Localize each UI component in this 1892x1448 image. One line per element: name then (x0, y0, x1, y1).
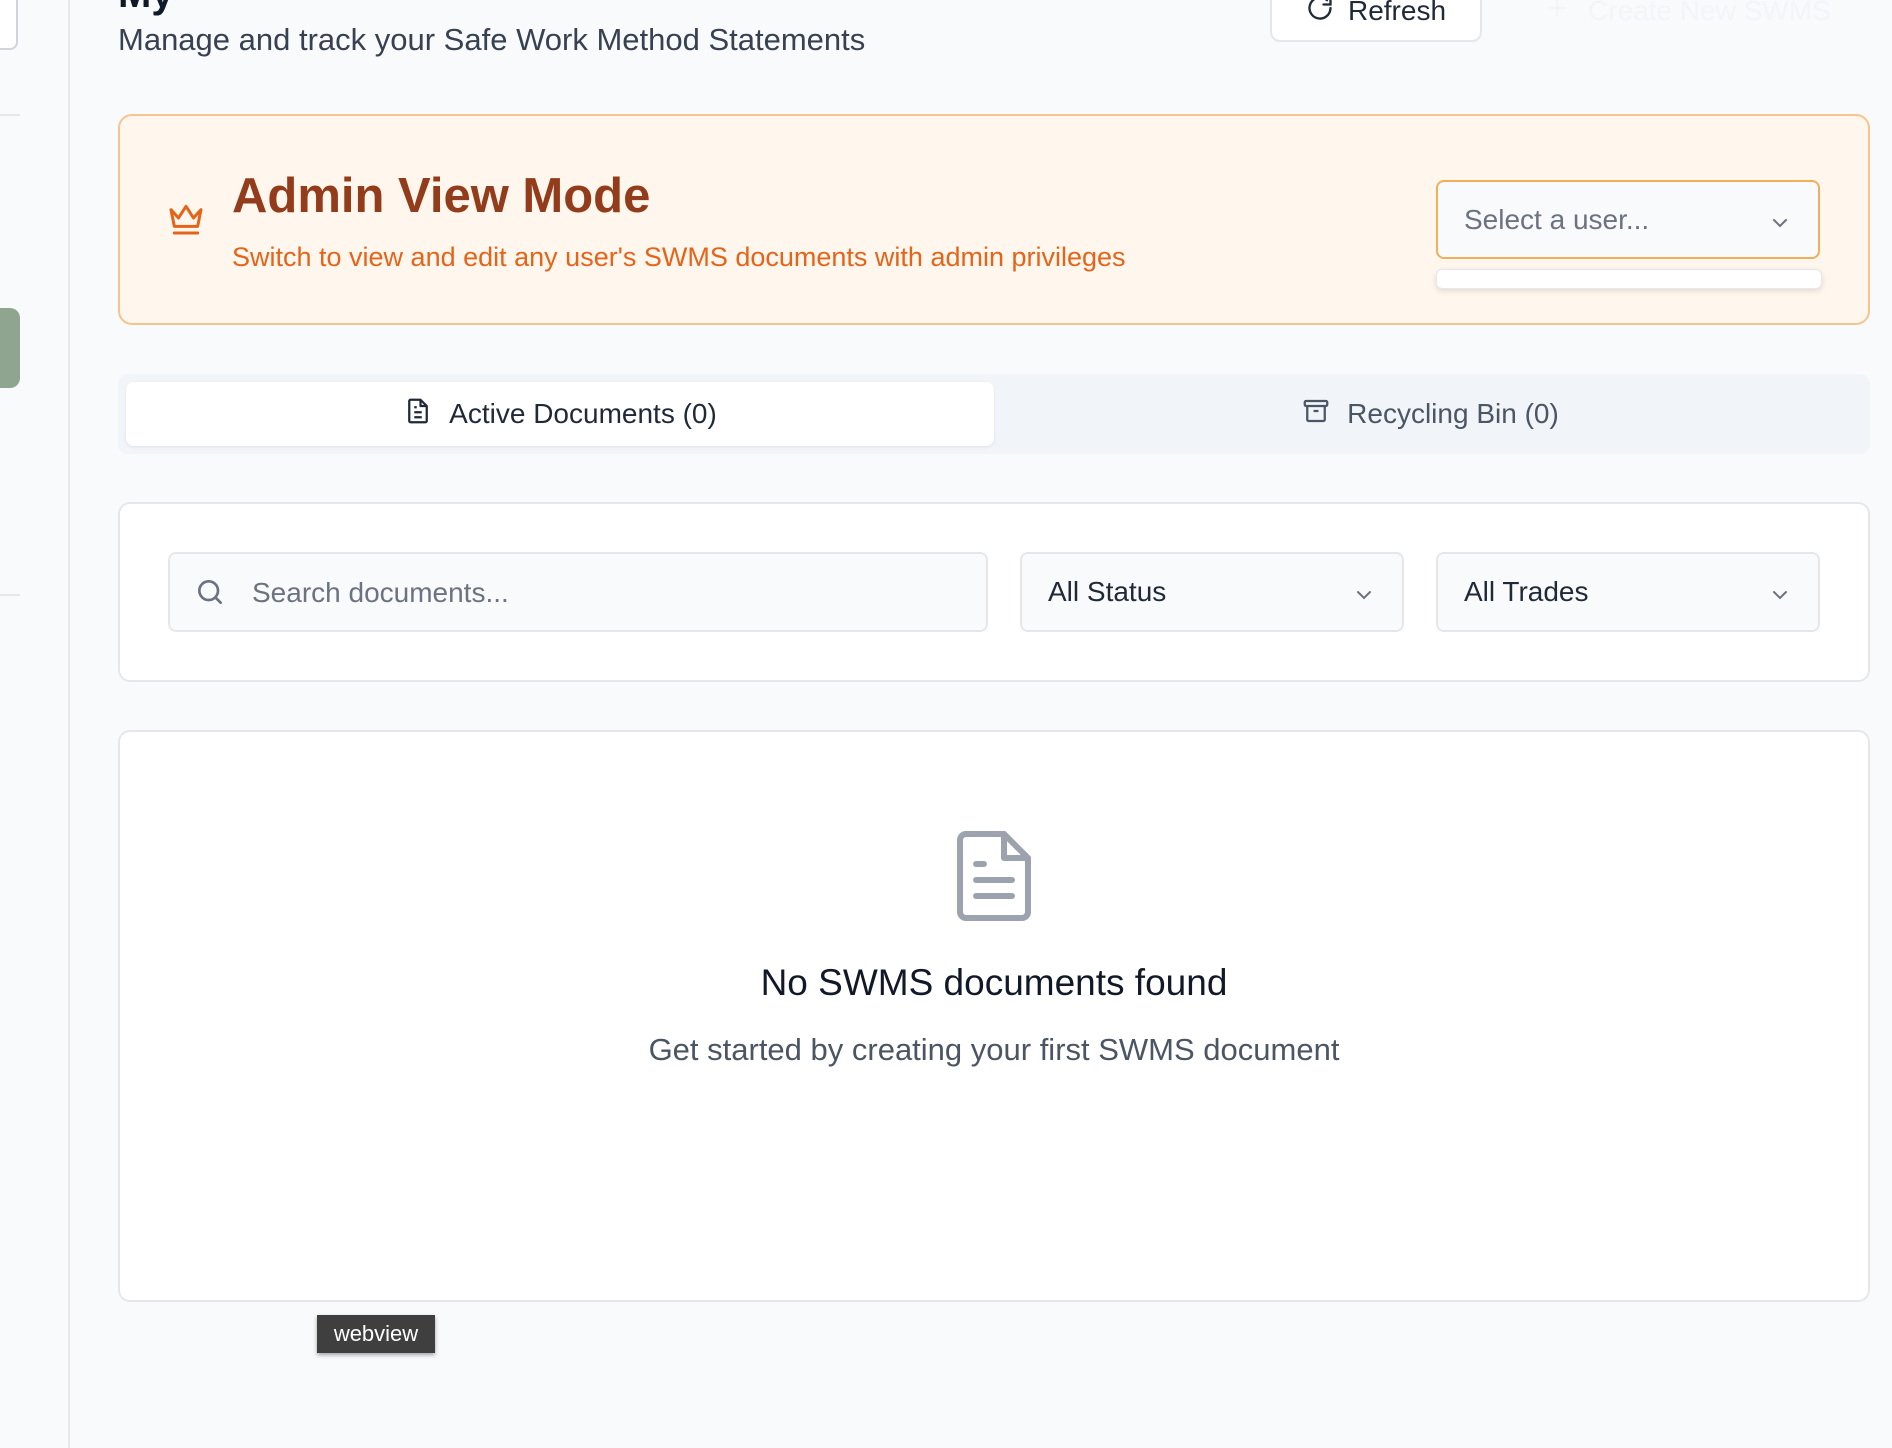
user-dropdown-list[interactable] (1436, 269, 1822, 289)
empty-state-card (118, 730, 1870, 1302)
trade-select[interactable]: All Trades (1436, 552, 1820, 632)
document-icon (956, 830, 1032, 922)
refresh-icon (1306, 0, 1334, 29)
chevron-down-icon (1768, 582, 1792, 614)
tab-active-documents[interactable]: Active Documents (0) (126, 382, 994, 446)
sidebar (0, 0, 70, 1448)
admin-title: Admin View Mode (232, 169, 651, 223)
webview-tooltip: webview (317, 1315, 435, 1353)
sidebar-toggle-button[interactable] (0, 0, 18, 50)
chevron-down-icon (1352, 582, 1376, 614)
tab-label: Recycling Bin (0) (1347, 398, 1559, 429)
sidebar-item-active[interactable] (0, 308, 20, 388)
sidebar-divider (0, 594, 20, 596)
refresh-label: Refresh (1347, 0, 1447, 26)
status-select-value: All Status (1048, 576, 1167, 607)
page-subtitle: Manage and track your Safe Work Method S… (118, 22, 866, 57)
sidebar-divider (0, 114, 20, 116)
create-swms-label: Create New SWMS (1588, 0, 1831, 26)
admin-description: Switch to view and edit any user's SWMS … (232, 242, 1126, 272)
user-select-placeholder: Select a user... (1464, 203, 1650, 235)
document-icon (403, 396, 433, 433)
page-title: My (118, 0, 174, 17)
search-field[interactable] (168, 552, 988, 632)
tab-label: Active Documents (0) (449, 398, 717, 429)
user-select[interactable]: Select a user... (1436, 180, 1820, 259)
tab-recycling-bin[interactable]: Recycling Bin (0) (998, 382, 1862, 446)
search-icon (194, 576, 226, 613)
trade-select-value: All Trades (1464, 576, 1589, 607)
crown-icon (166, 198, 206, 238)
search-input[interactable] (250, 554, 974, 632)
empty-state-title: No SWMS documents found (760, 962, 1228, 1003)
refresh-button[interactable]: Refresh (1270, 0, 1482, 42)
chevron-down-icon (1768, 210, 1792, 242)
create-swms-button[interactable]: Create New SWMS (1510, 0, 1870, 42)
status-select[interactable]: All Status (1020, 552, 1404, 632)
empty-state-description: Get started by creating your first SWMS … (648, 1032, 1340, 1067)
archive-icon (1301, 396, 1331, 433)
plus-icon (1544, 0, 1570, 28)
